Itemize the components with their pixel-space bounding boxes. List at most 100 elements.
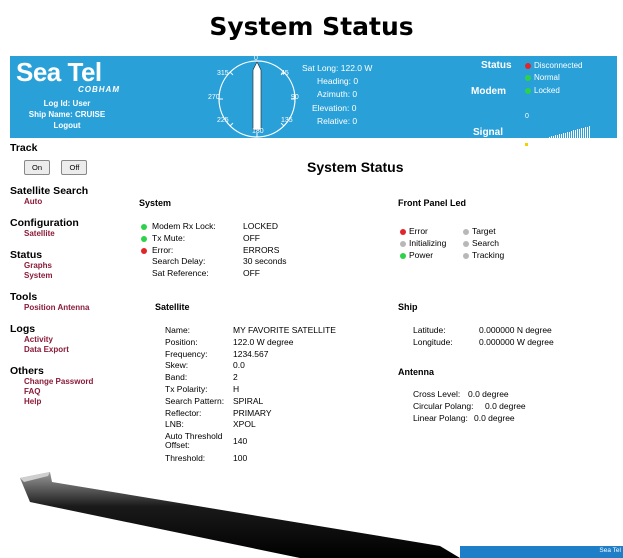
kv-value: MY FAVORITE SATELLITE: [233, 325, 336, 335]
front-panel-title: Front Panel Led: [398, 198, 467, 208]
red-dot-icon: [141, 247, 147, 254]
signal-bar: [559, 134, 560, 147]
kv-row: Threshold: 100: [165, 453, 385, 465]
kv-row: Name: MY FAVORITE SATELLITE: [165, 325, 385, 337]
sidebar-link-system[interactable]: System: [24, 271, 120, 281]
status-normal: Normal: [525, 73, 560, 82]
configuration-title: Configuration: [10, 217, 79, 229]
signal-bar: [555, 135, 556, 147]
signal-bar: [529, 142, 530, 147]
sidebar-link-satellite[interactable]: Satellite: [24, 229, 120, 239]
kv-value: 122.0 W degree: [233, 336, 294, 347]
kv-label: LNB:: [165, 419, 184, 430]
kv-row: Modem Rx Lock: LOCKED: [141, 221, 341, 233]
kv-label: Frequency:: [165, 348, 208, 359]
kv-row: Auto Threshold Offset: 140: [165, 431, 385, 453]
sat-long-readout: Sat Long: 122.0 W: [302, 63, 373, 73]
led-indicator: Tracking: [463, 249, 504, 261]
system-table: Modem Rx Lock: LOCKED Tx Mute: OFF Error: ERR…: [141, 221, 341, 280]
kv-value: 0.000000 W degree: [479, 336, 554, 347]
kv-value: 1234.567: [233, 348, 269, 359]
kv-label: Error:: [152, 244, 174, 255]
signal-bar: [575, 129, 576, 147]
status-title: Status: [10, 249, 43, 261]
compass-label-135: 135: [281, 117, 293, 124]
system-section-title: System: [139, 198, 172, 208]
track-title: Track: [10, 142, 38, 154]
signal-bar: [565, 132, 566, 147]
led-column-right: Target Search Tracking: [463, 225, 504, 261]
sidebar-link-position-antenna[interactable]: Position Antenna: [24, 303, 120, 313]
tools-title: Tools: [10, 291, 38, 303]
kv-row: Sat Reference: OFF: [141, 268, 341, 280]
signal-bar: [531, 141, 532, 147]
led-indicator: Target: [463, 225, 504, 237]
led-indicator: Initializing: [400, 237, 446, 249]
signal-bar: [553, 135, 554, 147]
sidebar-link-graphs[interactable]: Graphs: [24, 261, 120, 271]
relative-readout: Relative: 0: [317, 115, 358, 126]
sidebar-link-auto[interactable]: Auto: [24, 197, 120, 207]
kv-label: Search Delay:: [152, 256, 206, 267]
sidebar-link-data-export[interactable]: Data Export: [24, 345, 120, 355]
signal-meter: [525, 126, 591, 147]
track-off-button[interactable]: Off: [61, 160, 88, 175]
logout-link[interactable]: Logout: [10, 120, 124, 131]
led-indicator: Power: [400, 249, 446, 261]
sidebar-link-activity[interactable]: Activity: [24, 335, 120, 345]
kv-label: Sat Reference:: [152, 268, 209, 279]
signal-bar: [537, 140, 538, 147]
kv-label: Position:: [165, 336, 198, 347]
signal-bar: [589, 126, 590, 147]
logs-title: Logs: [10, 323, 36, 335]
kv-value: 0.000000 N degree: [479, 325, 552, 335]
modem-label: Modem: [471, 86, 506, 97]
heading-compass: 0 45 90 135 180 225 270 315: [208, 55, 308, 138]
kv-label: Circular Polang:: [413, 400, 474, 411]
kv-row: Cross Level: 0.0 degree: [413, 389, 613, 401]
kv-label: Tx Polarity:: [165, 383, 208, 394]
kv-value: OFF: [243, 232, 260, 243]
sidebar-link-help[interactable]: Help: [24, 397, 120, 407]
kv-value: 0.0 degree: [468, 389, 509, 399]
position-readouts: Sat Long: 122.0 W Heading: 0 Azimuth: 0 …: [302, 62, 372, 128]
ship-table: Latitude: 0.000000 N degree Longitude: 0.00…: [413, 325, 613, 349]
signal-bar: [549, 137, 550, 147]
kv-label: Name:: [165, 325, 191, 335]
led-label: Tracking: [472, 250, 505, 260]
kv-label: Search Pattern:: [165, 395, 225, 406]
page-curl-decoration: [20, 472, 460, 558]
compass-label-0: 0: [254, 55, 258, 62]
signal-value: 0: [525, 113, 529, 120]
compass-label-180: 180: [252, 128, 264, 135]
signal-bar: [571, 130, 572, 147]
led-label: Target: [472, 226, 496, 236]
signal-bar: [573, 130, 574, 147]
kv-label: Cross Level:: [413, 389, 461, 399]
kv-value: 0.0: [233, 360, 245, 371]
satellite-table: Name: MY FAVORITE SATELLITE Position: 122.0…: [165, 325, 385, 465]
kv-value: 100: [233, 453, 248, 464]
gray-dot-icon: [400, 240, 406, 247]
main-title: System Status: [307, 159, 404, 175]
track-on-button[interactable]: On: [24, 160, 50, 175]
elevation-readout: Elevation: 0: [312, 102, 357, 113]
signal-bar: [579, 128, 580, 147]
signal-bar: [577, 129, 578, 147]
ship-section-title: Ship: [398, 302, 418, 312]
compass-label-270: 270: [208, 94, 220, 101]
sidebar-link-faq[interactable]: FAQ: [24, 387, 120, 397]
kv-value: ERRORS: [243, 244, 280, 255]
signal-bar: [583, 127, 584, 147]
signal-bar: [535, 140, 536, 147]
azimuth-readout: Azimuth: 0: [317, 89, 358, 100]
kv-row: Error: ERRORS: [141, 245, 341, 257]
compass-label-90: 90: [291, 94, 299, 101]
sidebar-link-change-password[interactable]: Change Password: [24, 377, 120, 387]
taskbar-label: Sea Tel: [599, 547, 621, 554]
kv-row: Band: 2: [165, 372, 385, 384]
green-dot-icon: [141, 235, 147, 242]
kv-value: 30 seconds: [243, 256, 287, 267]
signal-bar: [581, 128, 582, 147]
led-indicator: Error: [400, 225, 446, 237]
